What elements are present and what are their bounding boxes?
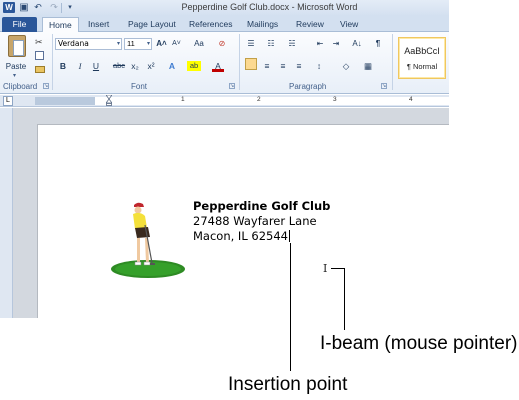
vertical-ruler <box>0 108 13 318</box>
increase-indent-button[interactable]: ⇥ <box>330 38 342 50</box>
clipboard-group-label: Clipboard <box>3 82 38 91</box>
chevron-down-icon: ▾ <box>146 41 150 47</box>
insertion-point-caret <box>288 230 290 242</box>
font-name-select[interactable]: Verdana ▾ <box>55 38 122 50</box>
italic-button[interactable]: I <box>75 60 85 72</box>
ruler-track[interactable] <box>35 97 449 105</box>
bold-button[interactable]: B <box>58 60 68 72</box>
text-effects-button[interactable]: A <box>166 60 178 72</box>
club-name-text: Pepperdine Golf Club <box>193 199 331 213</box>
street-address-text: 27488 Wayfarer Lane <box>193 214 317 228</box>
ibeam-pointer-icon: I <box>323 262 328 275</box>
paste-dropdown-arrow-icon[interactable]: ▾ <box>13 72 16 79</box>
borders-button[interactable]: ▦ <box>362 60 374 72</box>
multilevel-list-button[interactable]: ☵ <box>285 38 299 50</box>
strikethrough-button[interactable]: abc <box>112 60 126 72</box>
tab-insert[interactable]: Insert <box>82 17 115 32</box>
paste-button[interactable]: Paste <box>4 62 28 71</box>
grow-font-button[interactable]: A˄ <box>155 38 168 50</box>
format-painter-icon[interactable] <box>35 66 45 73</box>
font-name-value: Verdana <box>58 39 89 48</box>
tab-file[interactable]: File <box>2 17 37 32</box>
group-divider <box>392 34 393 90</box>
indent-marker-icon[interactable] <box>106 95 112 106</box>
font-size-select[interactable]: 11 ▾ <box>124 38 152 50</box>
ibeam-callout-label: I-beam (mouse pointer) <box>320 333 518 354</box>
horizontal-ruler: L 1 2 3 4 <box>0 95 449 107</box>
shrink-font-button[interactable]: A˅ <box>170 38 183 50</box>
subscript-button[interactable]: x₂ <box>129 60 141 72</box>
numbering-button[interactable]: ☷ <box>264 38 278 50</box>
sort-button[interactable]: A↓ <box>350 38 364 50</box>
ruler-left-margin <box>35 97 95 105</box>
show-formatting-marks-button[interactable]: ¶ <box>373 38 383 50</box>
title-bar: W ▣ ↶ ↷ ▾ Pepperdine Golf Club.docx - Mi… <box>0 0 449 16</box>
tab-view[interactable]: View <box>334 17 364 32</box>
underline-button[interactable]: U <box>91 60 101 72</box>
paragraph-launcher-icon[interactable]: ↘ <box>381 83 387 89</box>
address-block: Pepperdine Golf Club 27488 Wayfarer Lane… <box>193 199 330 244</box>
ribbon: Paste ▾ ✂ Clipboard ↘ Verdana ▾ 11 ▾ A˄ A˅… <box>0 32 449 94</box>
justify-button[interactable]: ≡ <box>293 60 305 72</box>
tab-review[interactable]: Review <box>290 17 330 32</box>
clear-formatting-button[interactable]: ⊘ <box>216 38 228 50</box>
city-line: Macon, IL 62544 <box>193 229 330 244</box>
tab-selector-button[interactable]: L <box>3 96 13 106</box>
chevron-down-icon: ▾ <box>116 40 120 47</box>
style-name-label: ¶ Normal <box>406 62 438 71</box>
group-divider <box>239 34 240 90</box>
ruler-number: 3 <box>333 96 337 103</box>
tab-page-layout[interactable]: Page Layout <box>122 17 182 32</box>
word-window: W ▣ ↶ ↷ ▾ Pepperdine Golf Club.docx - Mi… <box>0 0 449 318</box>
align-right-button[interactable]: ≡ <box>277 60 289 72</box>
highlight-button[interactable]: ab <box>187 61 201 71</box>
superscript-button[interactable]: x² <box>145 60 157 72</box>
decrease-indent-button[interactable]: ⇤ <box>314 38 326 50</box>
ruler-number: 1 <box>181 96 185 103</box>
insertion-callout-line <box>290 243 291 371</box>
shading-button[interactable]: ◇ <box>340 60 352 72</box>
insertion-point-callout-label: Insertion point <box>228 374 348 395</box>
cut-icon[interactable]: ✂ <box>35 37 46 48</box>
ruler-number: 4 <box>409 96 413 103</box>
ribbon-tab-bar: File Home Insert Page Layout References … <box>0 16 449 32</box>
clipboard-launcher-icon[interactable]: ↘ <box>43 83 49 89</box>
ibeam-callout-line-horizontal <box>331 268 345 269</box>
city-state-zip-text: Macon, IL 62544 <box>193 229 288 243</box>
bullets-button[interactable]: ☰ <box>244 38 258 50</box>
tab-home[interactable]: Home <box>42 17 79 32</box>
style-sample-text: AaBbCcI <box>404 46 440 56</box>
paragraph-group-label: Paragraph <box>289 82 327 91</box>
align-left-button[interactable] <box>245 58 257 70</box>
change-case-button[interactable]: Aa <box>190 38 208 50</box>
golfer-clipart-image <box>111 202 185 278</box>
paste-icon[interactable] <box>8 35 26 57</box>
ruler-number: 2 <box>257 96 261 103</box>
font-size-value: 11 <box>127 39 135 48</box>
style-normal-card[interactable]: AaBbCcI ¶ Normal <box>398 37 446 79</box>
group-divider <box>52 34 53 90</box>
copy-icon[interactable] <box>35 51 44 60</box>
line-spacing-button[interactable]: ↕ <box>313 60 325 72</box>
font-group-label: Font <box>131 82 148 91</box>
tab-mailings[interactable]: Mailings <box>241 17 284 32</box>
center-align-button[interactable]: ≡ <box>261 60 273 72</box>
tab-references[interactable]: References <box>183 17 238 32</box>
font-color-button[interactable]: A <box>212 60 224 72</box>
font-launcher-icon[interactable]: ↘ <box>229 83 235 89</box>
window-title: Pepperdine Golf Club.docx - Microsoft Wo… <box>181 2 358 12</box>
ibeam-callout-line-vertical <box>344 268 345 330</box>
